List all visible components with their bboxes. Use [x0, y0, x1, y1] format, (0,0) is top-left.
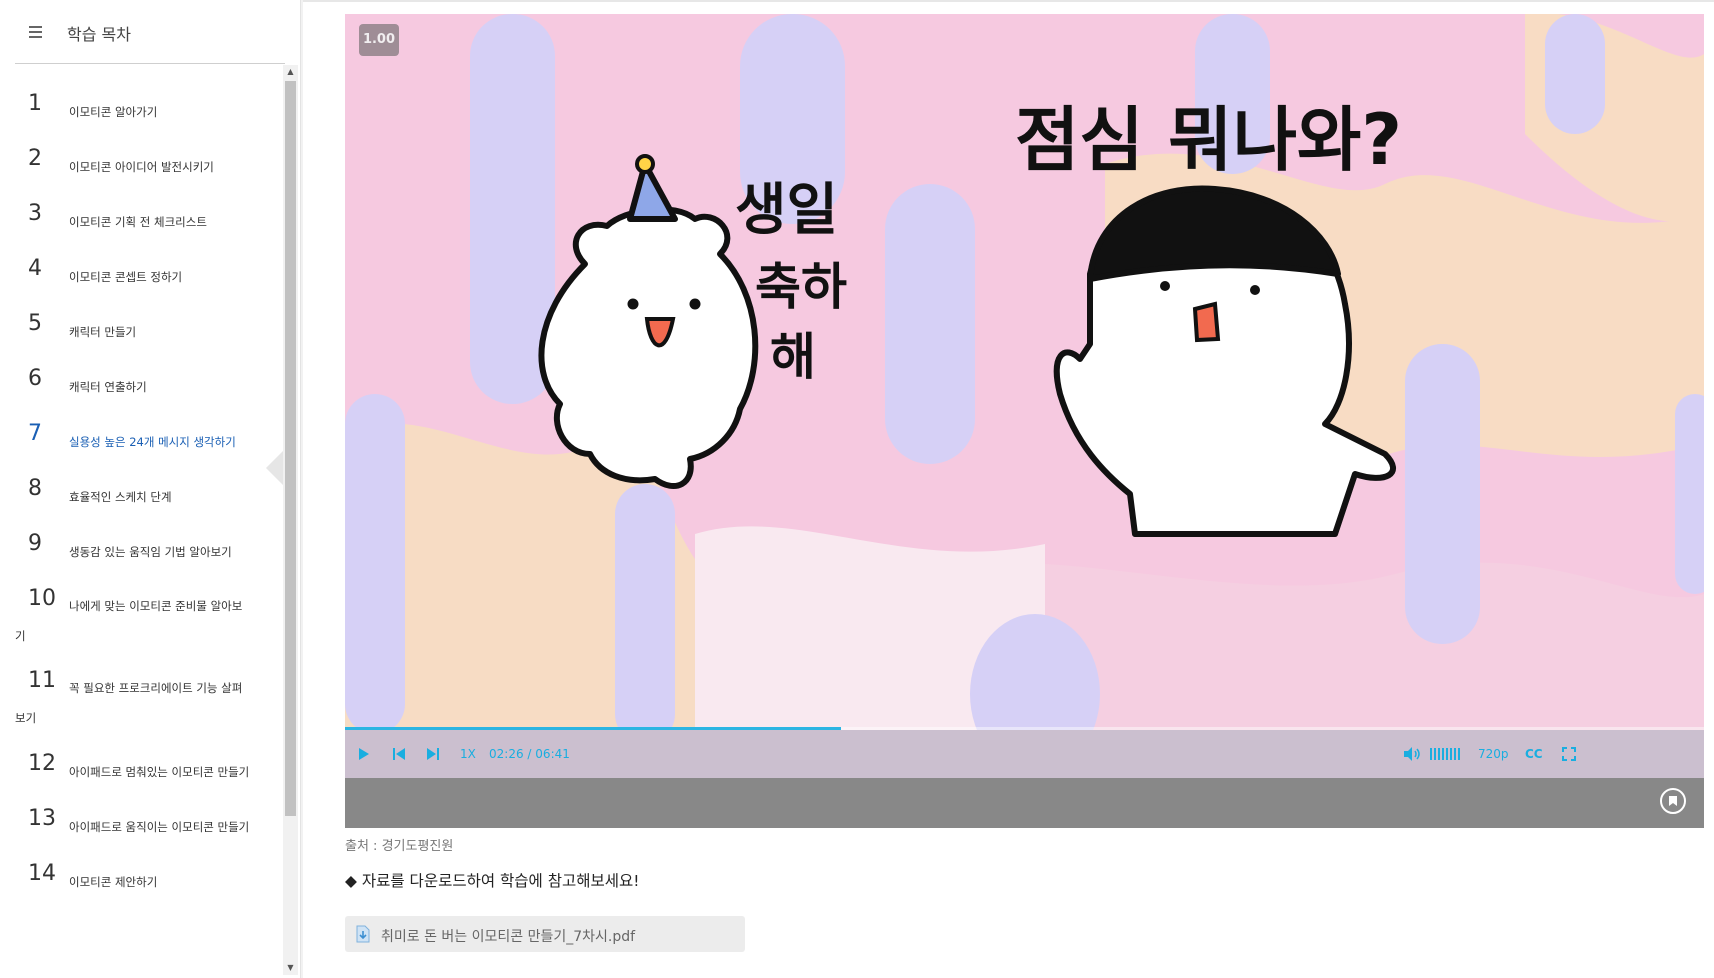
duration: 06:41: [535, 747, 570, 761]
pdf-download-link[interactable]: 취미로 돈 버는 이모티콘 만들기_7차시.pdf: [345, 916, 745, 952]
fullscreen-icon[interactable]: [1561, 744, 1577, 764]
skip-forward-icon[interactable]: [425, 744, 441, 764]
sidebar-header: 학습 목차: [15, 0, 285, 64]
toc-item-label: 이모티콘 알아가기: [69, 105, 158, 119]
time-display: 02:26 / 06:41: [489, 744, 570, 764]
speed-button[interactable]: 1X: [460, 744, 476, 764]
toc-item-number: 9: [28, 531, 42, 556]
volume-slider[interactable]: [1429, 744, 1461, 764]
toc-item-label: 이모티콘 아이디어 발전시키기: [69, 160, 214, 174]
video-artwork: 생일 축하 해 점심 뭐나와?: [345, 14, 1704, 730]
toc-item-number: 4: [28, 256, 42, 281]
video-frame[interactable]: 생일 축하 해 점심 뭐나와? 1.00: [345, 14, 1704, 730]
toc-item-label: 캐릭터 만들기: [69, 325, 137, 339]
toc-item-label: 꼭 필요한 프로크리에이트 기능 살펴보기: [15, 681, 243, 725]
player-controls: 1X 02:26 / 06:41 720p CC: [345, 730, 1704, 778]
toc-item-label: 캐릭터 연출하기: [69, 380, 147, 394]
toc-item-number: 7: [28, 421, 42, 446]
toc-item-label: 이모티콘 제안하기: [69, 875, 158, 889]
scroll-up-arrow-icon[interactable]: ▲: [283, 65, 298, 79]
toc-item-number: 14: [28, 861, 56, 886]
toc-item-label: 나에게 맞는 이모티콘 준비물 알아보기: [15, 599, 243, 643]
toc-scrollbar[interactable]: ▲ ▼: [283, 65, 298, 975]
toc-item-label: 이모티콘 콘셉트 정하기: [69, 270, 183, 284]
captions-button[interactable]: CC: [1525, 744, 1543, 764]
main-content: 생일 축하 해 점심 뭐나와? 1.00 1X 02:26 / 06:41 72…: [303, 2, 1714, 978]
file-name: 취미로 돈 버는 이모티콘 만들기_7차시.pdf: [381, 929, 636, 945]
toc-item-number: 13: [28, 806, 56, 831]
toc-item-number: 6: [28, 366, 42, 391]
sidebar-title: 학습 목차: [67, 25, 131, 44]
skip-back-icon[interactable]: [391, 744, 407, 764]
active-item-marker: [266, 451, 283, 485]
quality-button[interactable]: 720p: [1478, 744, 1509, 764]
time-separator: /: [527, 747, 532, 761]
video-text-left-line1: 생일: [735, 178, 838, 243]
toc-item-label: 생동감 있는 움직임 기법 알아보기: [69, 545, 232, 559]
toc-item-label: 실용성 높은 24개 메시지 생각하기: [69, 435, 236, 449]
download-note: ◆ 자료를 다운로드하여 학습에 참고해보세요!: [345, 872, 640, 890]
toc-item-number: 12: [28, 751, 56, 776]
volume-icon[interactable]: [1402, 744, 1422, 764]
current-time: 02:26: [489, 747, 524, 761]
bookmark-icon[interactable]: [1660, 788, 1686, 814]
menu-icon[interactable]: [29, 26, 42, 38]
toc-item-label: 이모티콘 기획 전 체크리스트: [69, 215, 207, 229]
player-bottom-bar: [345, 778, 1704, 828]
toc-item-number: 3: [28, 201, 42, 226]
video-text-right: 점심 뭐나와?: [1015, 99, 1402, 181]
play-icon[interactable]: [357, 744, 371, 764]
toc-list: 1 이모티콘 알아가기 2 이모티콘 아이디어 발전시키기 3 이모티콘 기획 …: [15, 70, 280, 976]
scroll-thumb[interactable]: [285, 81, 296, 816]
toc-item-number: 2: [28, 146, 42, 171]
toc-item-label: 아이패드로 움직이는 이모티콘 만들기: [69, 820, 250, 834]
scroll-down-arrow-icon[interactable]: ▼: [283, 961, 298, 975]
video-text-left-line2: 축하: [755, 258, 847, 316]
toc-item-number: 1: [28, 91, 42, 116]
toc-item-label: 아이패드로 멈춰있는 이모티콘 만들기: [69, 765, 250, 779]
sidebar: 학습 목차 1 이모티콘 알아가기 2 이모티콘 아이디어 발전시키기 3 이모…: [0, 0, 301, 978]
speed-badge: 1.00: [359, 24, 399, 56]
toc-item-label: 효율적인 스케치 단계: [69, 490, 172, 504]
video-text-left-line3: 해: [770, 328, 816, 386]
toc-item-number: 5: [28, 311, 42, 336]
download-file-icon: [355, 925, 371, 947]
source-credit: 출처 : 경기도평진원: [345, 839, 454, 854]
toc-item-number: 8: [28, 476, 42, 501]
